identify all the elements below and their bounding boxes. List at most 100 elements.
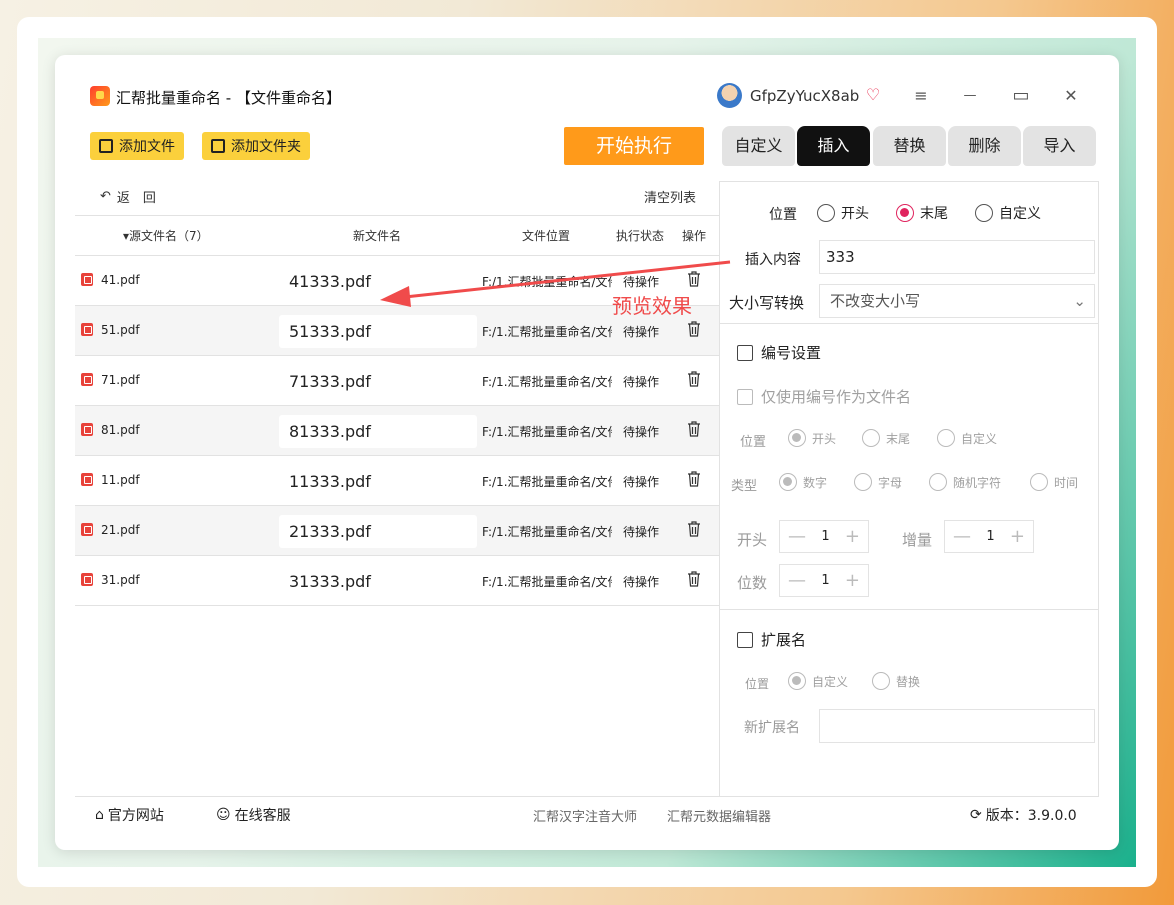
vip-icon[interactable]: ♡	[863, 85, 883, 105]
table-row[interactable]: 81.pdf 81333.pdf F:/1.汇帮批量重命名/文件 待操作	[75, 406, 719, 456]
avatar[interactable]	[717, 83, 742, 108]
table-row[interactable]: 31.pdf 31333.pdf F:/1.汇帮批量重命名/文件 待操作	[75, 556, 719, 606]
numbering-position-start-radio[interactable]: 开头	[788, 429, 836, 447]
new-filename: 31333.pdf	[289, 572, 371, 591]
extension-checkbox[interactable]: 扩展名	[737, 629, 806, 650]
type-letter-radio[interactable]: 字母	[854, 473, 902, 491]
digits-label: 位数	[737, 574, 768, 592]
back-button[interactable]: ↶ 返 回	[100, 187, 156, 206]
new-filename: 21333.pdf	[279, 515, 477, 548]
maximize-icon[interactable]: ▭	[1009, 84, 1033, 108]
folder-add-icon	[211, 139, 225, 153]
radio-label: 字母	[878, 475, 903, 490]
pdf-file-icon	[81, 373, 93, 386]
panel-border	[1098, 181, 1099, 796]
type-label: 类型	[731, 479, 758, 494]
type-time-radio[interactable]: 时间	[1030, 473, 1078, 491]
numbering-position-label: 位置	[740, 435, 767, 450]
only-number-checkbox[interactable]: 仅使用编号作为文件名	[737, 386, 911, 407]
radio-label: 数字	[803, 475, 828, 490]
plus-icon[interactable]: +	[845, 570, 860, 591]
type-number-radio[interactable]: 数字	[779, 473, 827, 491]
status-text: 待操作	[623, 525, 660, 539]
minus-icon[interactable]: —	[953, 526, 971, 547]
pdf-file-icon	[81, 473, 93, 486]
divider	[75, 215, 719, 216]
position-start-radio[interactable]: 开头	[817, 203, 869, 223]
table-row[interactable]: 21.pdf 21333.pdf F:/1.汇帮批量重命名/文件 待操作	[75, 506, 719, 556]
file-location: F:/1.汇帮批量重命名/文件	[482, 525, 612, 539]
tab-import[interactable]: 导入	[1023, 126, 1096, 166]
column-source[interactable]: ▾源文件名（7）	[123, 227, 209, 244]
position-custom-radio[interactable]: 自定义	[975, 203, 1041, 223]
table-row[interactable]: 11.pdf 11333.pdf F:/1.汇帮批量重命名/文件 待操作	[75, 456, 719, 506]
trash-icon[interactable]	[687, 321, 701, 337]
checkbox-box	[737, 344, 753, 361]
radio-label: 随机字符	[953, 475, 1002, 490]
new-filename: 81333.pdf	[279, 415, 477, 448]
close-icon[interactable]: ✕	[1059, 84, 1083, 108]
minus-icon[interactable]: —	[788, 526, 806, 547]
trash-icon[interactable]	[687, 421, 701, 437]
username[interactable]: GfpZyYucX8ab	[750, 87, 859, 105]
menu-icon[interactable]: ≡	[909, 84, 933, 108]
service-link[interactable]: ☺ 在线客服	[216, 805, 291, 825]
table-row[interactable]: 71.pdf 71333.pdf F:/1.汇帮批量重命名/文件 待操作	[75, 356, 719, 406]
plus-icon[interactable]: +	[845, 526, 860, 547]
add-folder-button[interactable]: 添加文件夹	[202, 132, 310, 160]
type-random-radio[interactable]: 随机字符	[929, 473, 1001, 491]
extension-custom-radio[interactable]: 自定义	[788, 672, 848, 690]
digits-stepper[interactable]: — 1 +	[779, 564, 869, 597]
app-link-pinyin[interactable]: 汇帮汉字注音大师	[533, 806, 637, 825]
new-extension-label: 新扩展名	[744, 720, 800, 736]
case-select-value: 不改变大小写	[830, 292, 921, 310]
position-label: 位置	[769, 207, 797, 223]
radio-label: 自定义	[812, 674, 849, 689]
trash-icon[interactable]	[687, 371, 701, 387]
website-link[interactable]: ⌂ 官方网站	[95, 805, 164, 825]
tab-delete[interactable]: 删除	[948, 126, 1021, 166]
trash-icon[interactable]	[687, 471, 701, 487]
numbering-position-custom-radio[interactable]: 自定义	[937, 429, 997, 447]
extension-label: 扩展名	[761, 631, 807, 649]
extension-replace-radio[interactable]: 替换	[872, 672, 920, 690]
tab-replace[interactable]: 替换	[873, 126, 946, 166]
trash-icon[interactable]	[687, 571, 701, 587]
plus-icon[interactable]: +	[1010, 526, 1025, 547]
start-button[interactable]: 开始执行	[564, 127, 704, 165]
add-file-button[interactable]: 添加文件	[90, 132, 184, 160]
start-label: 开头	[737, 531, 768, 549]
column-location: 文件位置	[522, 229, 571, 243]
minus-icon[interactable]: —	[788, 570, 806, 591]
start-stepper[interactable]: — 1 +	[779, 520, 869, 553]
tab-insert[interactable]: 插入	[797, 126, 870, 166]
version-info[interactable]: ⟳ 版本：3.9.0.0	[970, 805, 1077, 825]
undo-icon: ↶	[100, 189, 111, 204]
refresh-icon: ⟳	[970, 807, 982, 823]
position-end-radio[interactable]: 末尾	[896, 203, 948, 223]
radio-circle	[862, 429, 880, 447]
radio-circle	[975, 204, 993, 222]
step-stepper[interactable]: — 1 +	[944, 520, 1034, 553]
radio-circle	[896, 204, 914, 222]
case-select[interactable]: 不改变大小写 ⌄	[819, 284, 1095, 318]
insert-content-label: 插入内容	[745, 252, 801, 268]
tab-custom[interactable]: 自定义	[722, 126, 795, 166]
window-title: 汇帮批量重命名 - 【文件重命名】	[116, 89, 341, 107]
app-link-metadata[interactable]: 汇帮元数据编辑器	[667, 806, 771, 825]
version-label: 版本：3.9.0.0	[985, 808, 1077, 824]
radio-circle	[1030, 473, 1048, 491]
source-filename: 71.pdf	[101, 373, 140, 387]
numbering-checkbox[interactable]: 编号设置	[737, 342, 821, 363]
insert-content-input[interactable]: 333	[819, 240, 1095, 274]
minimize-icon[interactable]: —	[958, 84, 982, 108]
radio-label: 时间	[1054, 475, 1079, 490]
status-text: 待操作	[623, 475, 660, 489]
new-extension-input[interactable]	[819, 709, 1095, 743]
numbering-label: 编号设置	[761, 344, 822, 362]
column-new-name: 新文件名	[353, 229, 402, 243]
numbering-position-end-radio[interactable]: 末尾	[862, 429, 910, 447]
clear-list-button[interactable]: 清空列表	[644, 187, 696, 206]
trash-icon[interactable]	[687, 521, 701, 537]
support-icon: ☺	[216, 807, 231, 823]
